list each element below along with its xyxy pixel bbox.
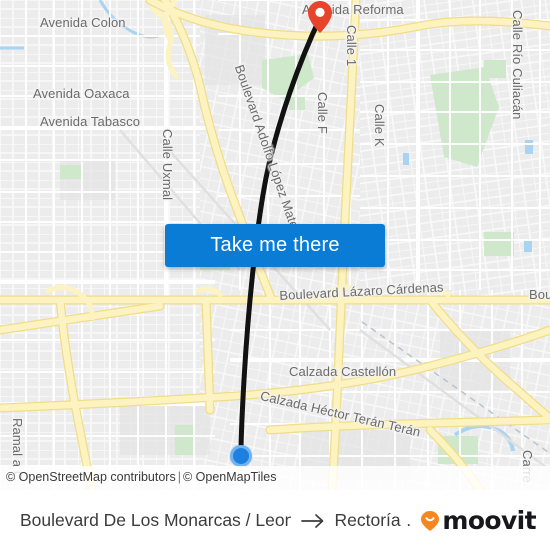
trip-summary-bar: Boulevard De Los Monarcas / Leonar… Rect… [0,490,550,550]
destination-stop-label: Rectoría … [334,510,413,530]
moovit-logo: moovit [420,506,537,535]
map-attribution: © OpenStreetMap contributors | © OpenMapTi… [0,466,550,490]
origin-dot-marker[interactable] [230,445,252,467]
attribution-openmaptiles[interactable]: © OpenMapTiles [183,470,277,484]
moovit-pin-icon [420,510,440,532]
moovit-wordmark: moovit [442,506,536,535]
destination-pin-marker[interactable] [307,0,333,34]
arrow-right-icon [300,513,325,529]
attribution-openstreetmap[interactable]: © OpenStreetMap contributors [6,470,176,484]
take-me-there-button[interactable]: Take me there [165,224,385,267]
route-endpoints: Boulevard De Los Monarcas / Leonar… Rect… [20,510,412,531]
map-canvas[interactable]: Avenida Colon Avenida Oaxaca Avenida Tab… [0,0,550,490]
origin-stop-label: Boulevard De Los Monarcas / Leonar… [20,510,291,530]
moovit-trip-screen: Avenida Colon Avenida Oaxaca Avenida Tab… [0,0,550,550]
attribution-separator: | [177,470,181,485]
